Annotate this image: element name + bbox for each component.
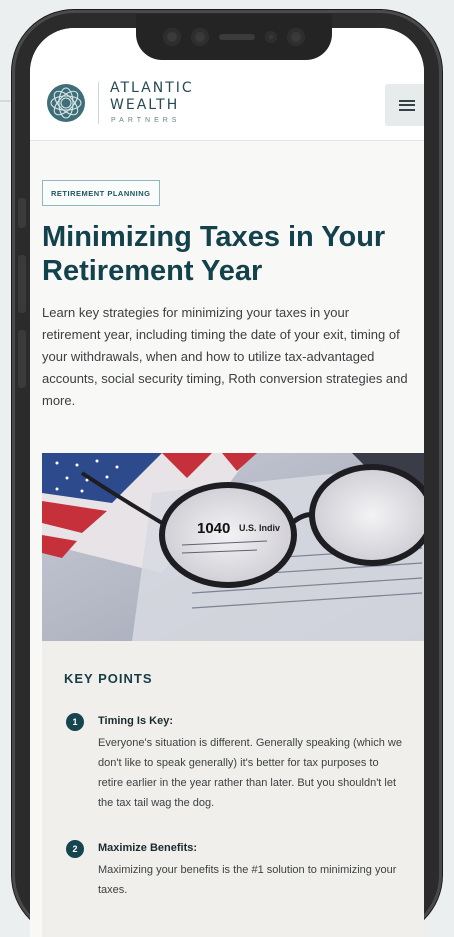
brand-name-line3: PARTNERS <box>111 117 181 124</box>
article-title: Minimizing Taxes in Your Retirement Year <box>42 221 386 287</box>
key-point-number: 1 <box>66 713 84 731</box>
camera-icon <box>287 28 305 46</box>
speaker-grille <box>219 34 255 40</box>
key-point-title: Timing Is Key: <box>98 715 173 727</box>
hero-form-label: U.S. Indiv <box>239 523 280 533</box>
sensor-icon <box>265 31 277 43</box>
hero-form-number: 1040 <box>197 520 230 537</box>
article-intro: Learn key strategies for minimizing your… <box>42 305 408 408</box>
category-badge[interactable]: RETIREMENT PLANNING <box>42 180 160 206</box>
key-points-section: KEY POINTS 1 Timing Is Key: Everyone's s… <box>42 641 424 937</box>
brand-name-line1: ATLANTIC <box>110 80 194 96</box>
hero-image: 1040 U.S. Indiv <box>42 453 424 641</box>
phone-screen: ATLANTIC WEALTH PARTNERS RETIREMENT PLAN… <box>30 28 424 937</box>
key-point-number: 2 <box>66 840 84 858</box>
hamburger-icon <box>399 99 415 111</box>
camera-icon <box>163 28 181 46</box>
key-point-body: Everyone's situation is different. Gener… <box>98 737 402 809</box>
menu-button[interactable] <box>385 84 424 126</box>
phone-notch <box>136 14 332 60</box>
key-point-title: Maximize Benefits: <box>98 842 198 854</box>
phone-volume-down-button <box>18 330 26 388</box>
camera-icon <box>191 28 209 46</box>
phone-side-button <box>18 198 26 228</box>
key-point-body: Maximizing your benefits is the #1 solut… <box>98 864 397 896</box>
key-points-heading: KEY POINTS <box>64 671 153 686</box>
phone-volume-up-button <box>18 255 26 313</box>
brand-name-line2: WEALTH <box>110 97 180 113</box>
logo-divider <box>98 82 99 124</box>
atlantic-wealth-logo-icon[interactable] <box>46 83 86 123</box>
